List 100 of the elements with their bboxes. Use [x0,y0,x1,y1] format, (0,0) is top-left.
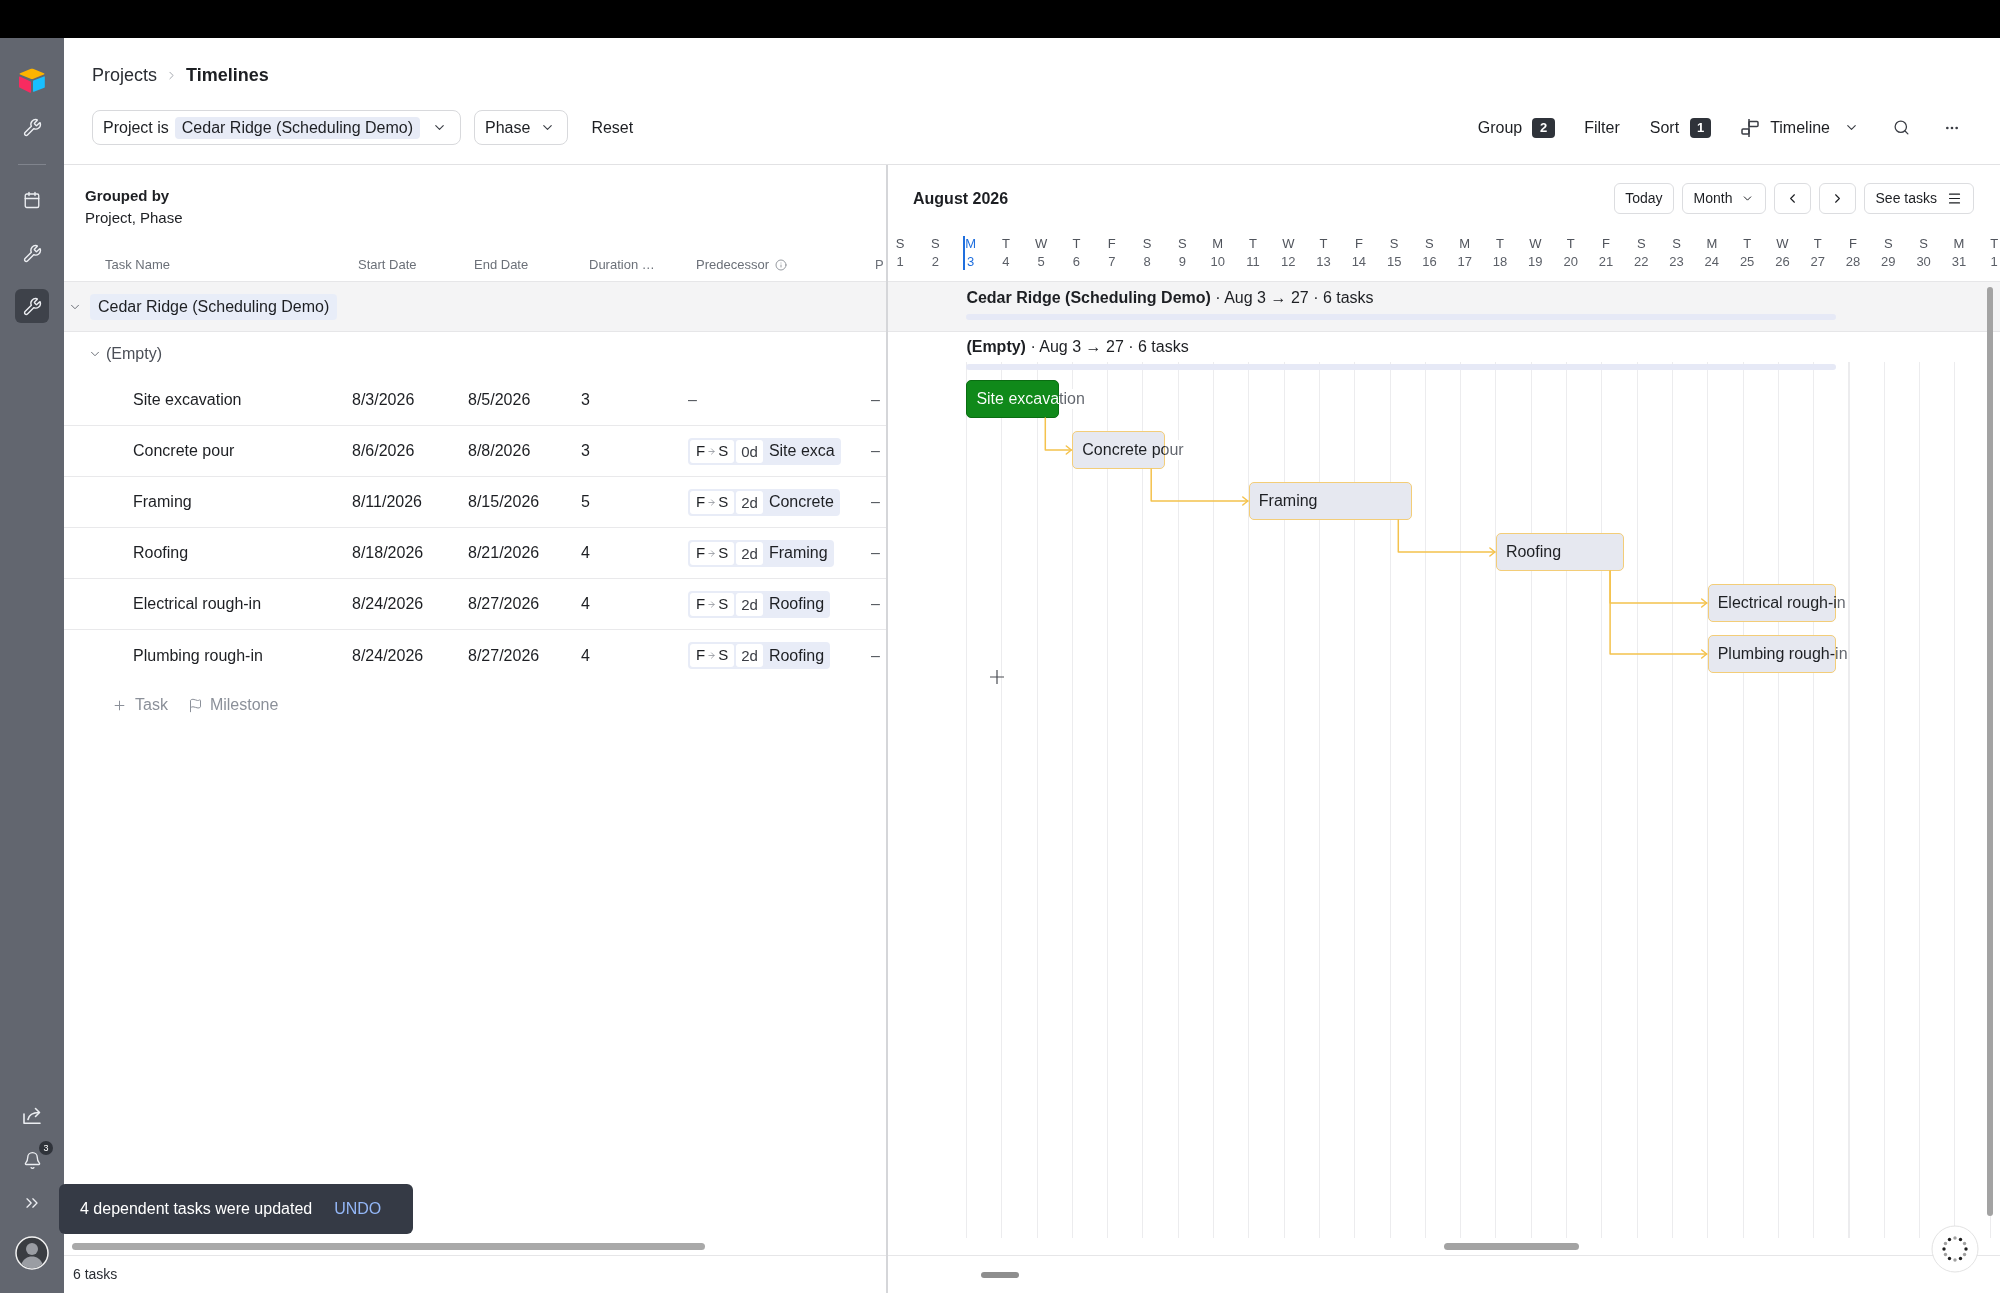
weekday-label: T [1990,235,1999,253]
crosshair-cursor-icon [990,670,1004,684]
sidebar-nav-button[interactable] [15,289,49,323]
lag-tag: 2d [736,592,763,616]
horizontal-scrollbar[interactable] [1444,1243,1579,1250]
view-switcher-button[interactable]: Timeline [1740,115,1859,140]
column-header[interactable]: Start Date [358,255,417,275]
column-header[interactable]: Duration … [589,255,655,275]
task-name[interactable]: Concrete pour [133,442,235,459]
column-header[interactable]: Task Name [105,255,171,275]
task-count: 6 tasks [73,1265,118,1284]
date-label: 2 [931,253,939,271]
arrow-right-icon [707,497,717,507]
task-name[interactable]: Framing [133,493,192,510]
breadcrumb-item[interactable]: Projects [92,63,158,87]
date-label: 22 [1634,253,1649,271]
menu-icon [1947,191,1962,206]
share-icon [22,1107,42,1125]
filter-button[interactable]: Filter [1584,115,1620,140]
group-button[interactable]: Group 2 [1477,115,1556,140]
dependency-to-text: S [718,645,729,666]
start-date: 8/18/2026 [352,544,424,561]
avatar-silhouette-icon[interactable] [15,1236,49,1270]
predecessor-chip[interactable]: F S 0d Site exca [688,437,841,465]
weekday-label: W [1035,235,1048,253]
date-label: 1 [896,253,904,271]
filter-value-chip: Cedar Ridge (Scheduling Demo) [174,116,421,139]
phase-filter-button[interactable]: Phase [474,110,569,145]
sort-button[interactable]: Sort 1 [1649,115,1712,140]
dependency-to-text: S [718,542,729,563]
column-header[interactable]: Predecessor [696,255,769,275]
range-dropdown[interactable]: Month [1681,183,1766,214]
empty-value-dash: – [871,442,880,459]
weekday-label: S [1672,235,1681,253]
date-label: 5 [1037,253,1045,271]
column-header[interactable]: End Date [474,255,529,275]
see-tasks-button[interactable]: See tasks [1863,183,1974,214]
group-row[interactable]: Cedar Ridge (Scheduling Demo) [64,282,886,332]
dependency-to-text: S [718,440,729,461]
task-name[interactable]: Roofing [133,544,189,561]
vertical-scrollbar[interactable] [1987,287,1993,1216]
predecessor-task-name: Concrete [767,492,835,512]
predecessor-chip[interactable]: F S 2d Concrete [688,488,840,516]
weekday-label: S [930,235,940,253]
weekday-label: S [1178,235,1187,253]
weekday-label: M [1212,235,1224,253]
wrench-icon [22,243,42,263]
weekday-label: S [1636,235,1646,253]
undo-button[interactable]: UNDO [334,1197,382,1221]
today-button[interactable]: Today [1614,183,1674,214]
date-label: 6 [1072,253,1081,271]
date-label: 18 [1492,253,1508,271]
arrow-right-icon [707,599,717,609]
subgroup-summary-text: (Empty) · Aug 3 → 27 · 6 tasks [966,337,1189,357]
date-label: 3 [966,253,975,271]
weekday-label: F [1601,235,1610,253]
date-label: 7 [1108,253,1116,271]
lag-tag: 2d [736,490,763,514]
predecessor-chip[interactable]: F S 2d Framing [688,539,834,567]
predecessor-chip[interactable]: F S 2d Roofing [688,590,831,618]
start-date: 8/24/2026 [352,595,424,612]
duration-value: 4 [581,544,590,561]
weekday-label: M [1953,235,1965,253]
today-marker [962,236,965,270]
dependency-to-text: S [718,491,729,512]
task-name[interactable]: Site excavation [133,391,242,408]
date-label: 14 [1351,253,1367,271]
start-date: 8/6/2026 [352,442,415,459]
end-date: 8/27/2026 [468,595,540,612]
date-label: 21 [1598,253,1614,271]
end-date: 8/27/2026 [468,646,540,664]
duration-value: 3 [581,391,590,408]
weekday-label: M [1706,235,1718,253]
duration-value: 5 [581,493,590,510]
notification-count-badge: 3 [39,1141,53,1155]
task-name[interactable]: Electrical rough-in [133,595,262,612]
weekday-label: F [1354,235,1363,253]
weekday-label: S [1389,235,1399,253]
date-label: 26 [1775,253,1790,271]
dependency-from-text: F [696,491,706,512]
predecessor-task-name: Site exca [767,441,836,461]
project-filter-button[interactable]: Project is Cedar Ridge (Scheduling Demo) [92,110,462,145]
dependency-from-text: F [696,645,706,666]
group-summary-text: Cedar Ridge (Scheduling Demo) · Aug 3 → 27 · 6 tasks [966,288,1374,308]
reset-button[interactable]: Reset [591,115,634,140]
horizontal-scrollbar[interactable] [72,1243,705,1250]
weekday-label: S [1919,235,1928,253]
wrench-icon [22,117,42,137]
weekday-label: S [1142,235,1152,253]
end-date: 8/5/2026 [468,391,531,408]
arrow-right-icon [707,651,717,660]
predecessor-task-name: Roofing [767,645,826,666]
weekday-label: S [895,235,905,253]
search-icon[interactable] [1893,119,1910,136]
app-logo-icon[interactable] [18,67,46,93]
predecessor-chip[interactable]: F S 2d Roofing [688,642,831,669]
date-label: 12 [1281,253,1296,271]
resize-handle[interactable] [981,1272,1019,1278]
task-name[interactable]: Plumbing rough-in [133,646,263,664]
column-header[interactable]: P [875,255,884,275]
